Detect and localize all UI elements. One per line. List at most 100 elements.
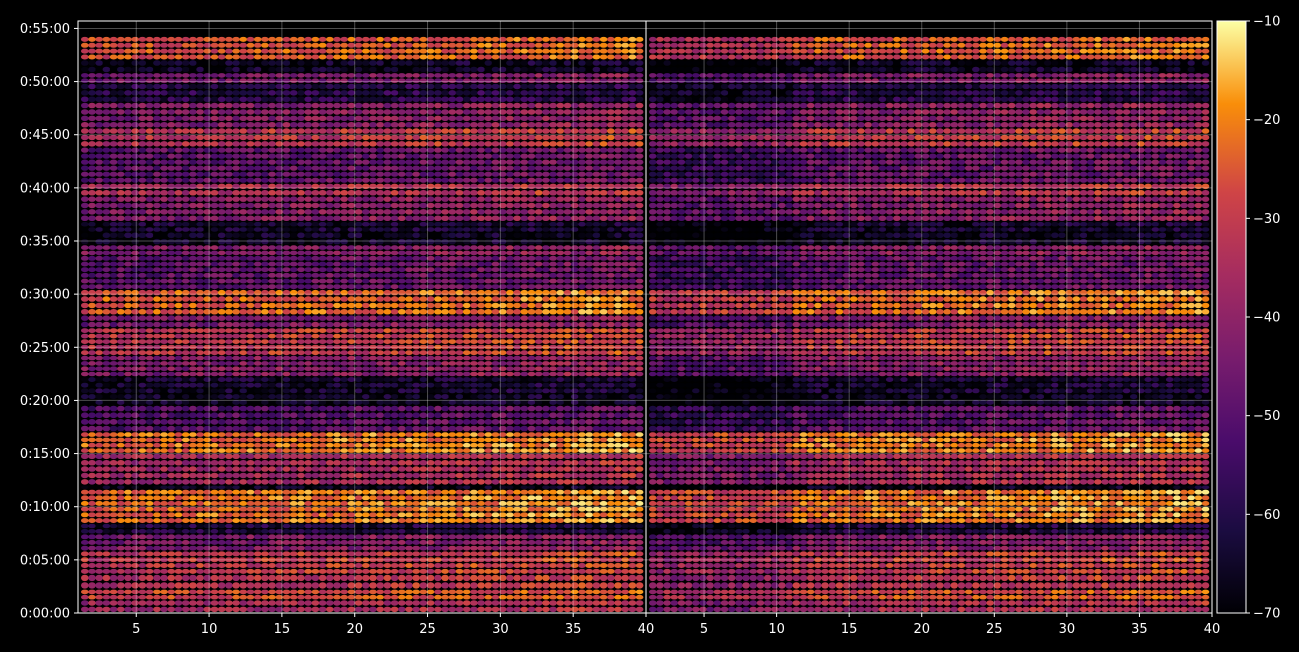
heat-cell xyxy=(203,594,212,600)
heat-cell xyxy=(138,272,147,278)
heat-cell xyxy=(534,437,543,443)
heat-cell xyxy=(282,419,291,425)
heat-cell xyxy=(354,534,363,540)
heat-cell xyxy=(261,350,269,356)
heat-cell xyxy=(448,518,457,523)
heat-cell xyxy=(203,361,212,366)
heat-cell xyxy=(599,328,608,333)
heat-cell xyxy=(95,328,103,333)
heat-cell xyxy=(124,489,132,495)
heat-cell xyxy=(556,245,565,250)
heat-cell xyxy=(131,568,139,574)
heat-cell xyxy=(253,278,262,284)
heat-cell xyxy=(253,589,262,595)
heat-cell xyxy=(160,394,168,400)
heat-cell xyxy=(570,479,579,485)
heat-cell xyxy=(448,442,457,448)
heat-cell xyxy=(109,545,118,551)
heat-cell xyxy=(88,309,96,315)
heat-cell xyxy=(102,238,111,245)
heat-cell xyxy=(282,551,291,557)
heat-cell xyxy=(246,315,255,321)
heat-cell xyxy=(419,366,428,371)
heat-cell xyxy=(434,594,442,600)
heat-cell xyxy=(455,518,464,523)
heat-cell xyxy=(81,442,89,448)
heat-cell xyxy=(102,545,111,551)
heat-cell xyxy=(196,272,204,278)
heat-cell xyxy=(88,245,96,250)
heat-cell xyxy=(542,489,550,495)
heat-cell xyxy=(210,382,219,388)
heat-cell xyxy=(81,453,89,460)
heat-cell xyxy=(268,600,276,606)
heat-cell xyxy=(527,333,536,339)
heat-cell xyxy=(614,540,622,545)
heat-cell xyxy=(124,518,132,523)
heat-cell xyxy=(246,523,255,529)
heat-cell xyxy=(210,534,219,540)
heat-cell xyxy=(88,453,96,460)
heat-cell xyxy=(232,551,240,557)
heat-cell xyxy=(289,563,298,568)
heat-cell xyxy=(405,361,413,366)
heat-cell xyxy=(570,412,579,419)
heat-cell xyxy=(109,328,118,333)
heat-cell xyxy=(289,272,298,278)
heat-cell xyxy=(448,425,457,432)
heat-cell xyxy=(362,366,370,371)
heat-cell xyxy=(398,315,406,321)
heat-cell xyxy=(556,551,565,557)
heat-cell xyxy=(585,328,593,333)
heat-cell xyxy=(109,350,118,356)
heat-cell xyxy=(246,472,255,479)
heat-cell xyxy=(196,261,204,267)
heat-cell xyxy=(506,388,514,394)
heat-cell xyxy=(592,388,601,394)
heat-cell xyxy=(289,419,298,425)
heat-cell xyxy=(318,472,327,479)
heat-cell xyxy=(441,523,449,529)
heat-cell xyxy=(246,309,255,315)
heat-cell xyxy=(383,371,392,377)
heat-cell xyxy=(131,501,139,506)
heat-cell xyxy=(556,296,565,302)
heat-cell xyxy=(455,278,464,284)
heat-cell xyxy=(354,315,363,321)
heat-cell xyxy=(607,589,615,595)
heat-cell xyxy=(268,377,276,382)
heat-cell xyxy=(189,442,197,448)
heat-cell xyxy=(225,506,233,512)
heat-cell xyxy=(160,245,168,250)
heat-cell xyxy=(153,563,161,568)
heat-cell xyxy=(232,250,240,256)
heat-cell xyxy=(196,267,204,273)
heat-cell xyxy=(383,232,392,238)
heat-cell xyxy=(333,371,341,377)
heat-cell xyxy=(570,485,579,490)
heat-cell xyxy=(131,489,139,495)
heat-cell xyxy=(635,512,644,518)
heat-cell xyxy=(246,479,255,485)
heat-cell xyxy=(268,506,276,512)
heat-cell xyxy=(297,267,305,273)
heat-cell xyxy=(304,296,312,302)
heat-cell xyxy=(289,432,298,437)
heat-cell xyxy=(102,296,111,302)
heat-cell xyxy=(81,382,89,388)
heat-cell xyxy=(405,466,413,472)
heat-cell xyxy=(124,382,132,388)
heat-cell xyxy=(153,479,161,485)
heat-cell xyxy=(124,606,132,613)
heat-cell xyxy=(261,472,269,479)
heat-cell xyxy=(470,512,478,518)
heat-cell xyxy=(369,405,377,412)
heat-cell xyxy=(362,582,370,589)
heat-cell xyxy=(542,460,550,466)
heat-cell xyxy=(491,453,500,460)
heat-cell xyxy=(556,261,565,267)
heat-cell xyxy=(145,523,154,529)
heat-cell xyxy=(109,574,118,582)
heat-cell xyxy=(477,388,485,394)
heat-cell xyxy=(362,321,370,328)
